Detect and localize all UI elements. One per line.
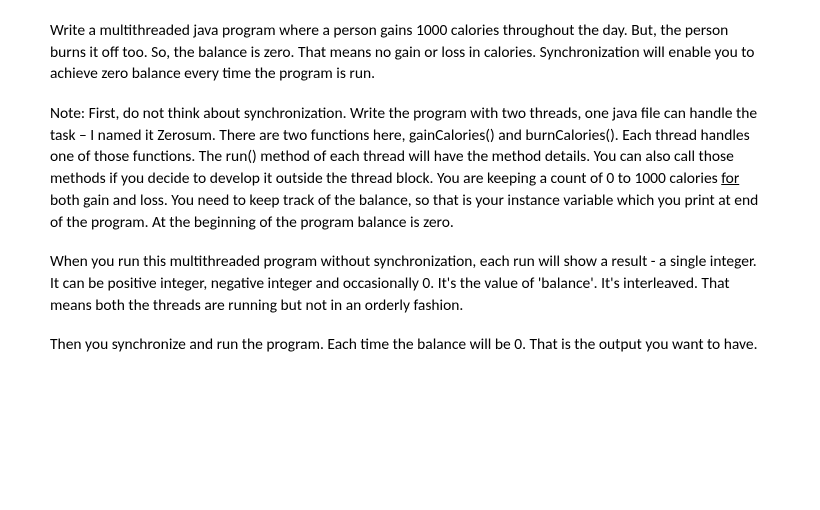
text-content: When you run this multithreaded program … [50, 252, 757, 314]
text-content-part1: Note: First, do not think about synchron… [50, 104, 757, 188]
paragraph-unsynchronized: When you run this multithreaded program … [50, 251, 760, 316]
paragraph-note: Note: First, do not think about synchron… [50, 103, 760, 233]
text-content-part2: both gain and loss. You need to keep tra… [50, 191, 758, 232]
paragraph-synchronized: Then you synchronize and run the program… [50, 334, 760, 356]
paragraph-intro: Write a multithreaded java program where… [50, 20, 760, 85]
text-content: Write a multithreaded java program where… [50, 21, 754, 83]
text-content: Then you synchronize and run the program… [50, 335, 758, 354]
text-underline-for: for [721, 169, 739, 188]
